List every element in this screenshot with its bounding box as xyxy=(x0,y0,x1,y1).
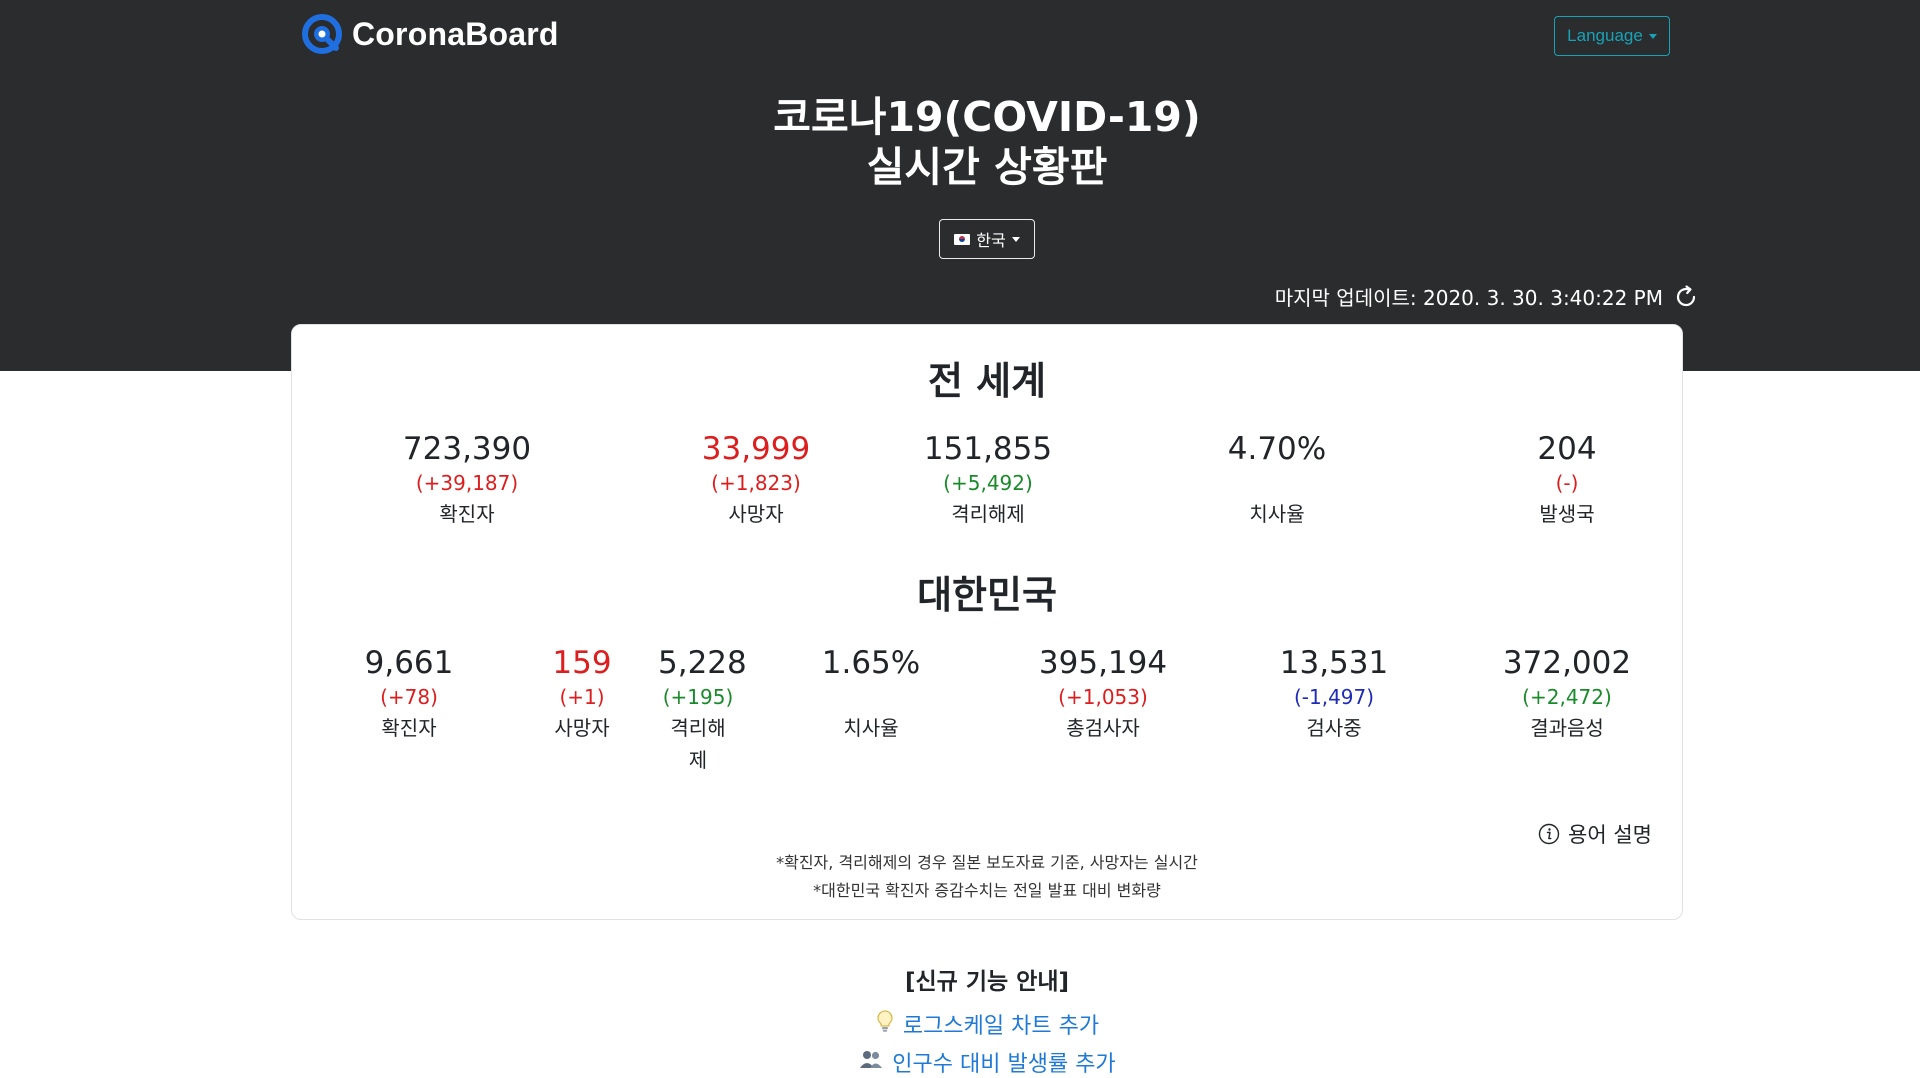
coronaboard-logo-icon xyxy=(302,14,342,54)
stat-value: 723,390 xyxy=(402,431,532,467)
stat-value: 4.70% xyxy=(1227,431,1327,467)
korea-stat-testing: 13,531 (-1,497) 검사중 xyxy=(1280,644,1388,744)
stat-delta: (+2,472) xyxy=(1522,685,1612,709)
stat-value: 395,194 xyxy=(1038,645,1168,681)
stat-delta: (+1,823) xyxy=(711,471,801,495)
glossary-label: 용어 설명 xyxy=(1568,823,1652,847)
stat-label: 총검사자 xyxy=(1066,716,1140,740)
stat-label: 사망자 xyxy=(728,502,784,526)
stat-value: 1.65% xyxy=(821,645,921,681)
footnote: *대한민국 확진자 증감수치는 전일 발표 대비 변화량 xyxy=(813,881,1161,900)
stat-label: 결과음성 xyxy=(1530,716,1604,740)
korea-stat-fatality-rate: 1.65% 치사율 xyxy=(822,644,920,744)
stat-delta: (+78) xyxy=(380,685,438,709)
stat-delta: (+1,053) xyxy=(1058,685,1148,709)
news-link-population-rate[interactable]: 인구수 대비 발생률 추가 xyxy=(0,1046,1920,1078)
info-icon xyxy=(1538,823,1560,845)
stat-delta: (-) xyxy=(1555,471,1579,495)
page-title-line2: 실시간 상황판 xyxy=(866,143,1108,191)
stat-value: 372,002 xyxy=(1502,645,1632,681)
stat-delta: (+5,492) xyxy=(943,471,1033,495)
world-stat-recovered: 151,855 (+5,492) 격리해제 xyxy=(924,430,1052,530)
stat-value: 204 xyxy=(1537,431,1597,467)
stat-delta xyxy=(1228,468,1326,498)
refresh-icon[interactable] xyxy=(1673,284,1699,310)
korea-stat-total-tested: 395,194 (+1,053) 총검사자 xyxy=(1039,644,1167,744)
stat-label: 발생국 xyxy=(1539,502,1595,526)
stat-label: 격리해제 xyxy=(670,716,726,772)
page-title: 코로나19(COVID-19) 실시간 상황판 xyxy=(0,92,1920,192)
news-link-label: 로그스케일 차트 추가 xyxy=(902,1014,1100,1039)
korea-stat-negative: 372,002 (+2,472) 결과음성 xyxy=(1503,644,1631,744)
stat-label: 치사율 xyxy=(1249,502,1305,526)
stat-value: 13,531 xyxy=(1279,645,1389,681)
news-link-log-scale[interactable]: 로그스케일 차트 추가 xyxy=(0,1008,1920,1040)
page-title-line1: 코로나19(COVID-19) xyxy=(773,93,1201,141)
footnote: *확진자, 격리해제의 경우 질본 보도자료 기준, 사망자는 실시간 xyxy=(776,853,1198,872)
footnotes: *확진자, 격리해제의 경우 질본 보도자료 기준, 사망자는 실시간 *대한민… xyxy=(292,849,1682,905)
people-icon xyxy=(858,1048,884,1076)
stat-delta: (+1) xyxy=(559,685,605,709)
world-stat-confirmed: 723,390 (+39,187) 확진자 xyxy=(403,430,531,530)
country-dropdown-button[interactable]: 한국 xyxy=(939,219,1035,259)
logo[interactable]: CoronaBoard xyxy=(302,14,559,54)
lightbulb-icon xyxy=(875,1009,895,1039)
stat-label: 확진자 xyxy=(439,502,495,526)
korea-section-title: 대한민국 xyxy=(917,573,1057,617)
world-stat-deaths: 33,999 (+1,823) 사망자 xyxy=(702,430,810,530)
stat-label: 치사율 xyxy=(843,716,899,740)
news-link-label: 인구수 대비 발생률 추가 xyxy=(892,1052,1116,1077)
world-stat-countries: 204 (-) 발생국 xyxy=(1537,430,1596,530)
korea-stat-recovered: 5,228 (+195) 격리해제 xyxy=(658,644,747,776)
korea-flag-icon xyxy=(954,233,971,245)
stat-label: 격리해제 xyxy=(951,502,1025,526)
stat-delta xyxy=(822,682,920,712)
stat-value: 159 xyxy=(552,645,612,681)
stat-label: 사망자 xyxy=(554,716,610,740)
stat-label: 확진자 xyxy=(381,716,437,740)
language-dropdown-button[interactable]: Language xyxy=(1554,16,1670,56)
stat-value: 33,999 xyxy=(701,431,811,467)
stats-card: 전 세계 723,390 (+39,187) 확진자 33,999 (+1,82… xyxy=(291,324,1683,920)
last-update-text: 마지막 업데이트: 2020. 3. 30. 3:40:22 PM xyxy=(1274,286,1663,310)
country-label: 한국 xyxy=(976,231,1006,250)
logo-text: CoronaBoard xyxy=(352,15,559,52)
stat-value: 151,855 xyxy=(923,431,1053,467)
glossary-link[interactable]: 용어 설명 xyxy=(1538,819,1652,849)
caret-down-icon xyxy=(1648,33,1657,39)
korea-stat-confirmed: 9,661 (+78) 확진자 xyxy=(365,644,454,744)
stat-delta: (-1,497) xyxy=(1293,685,1375,709)
korea-stat-deaths: 159 (+1) 사망자 xyxy=(552,644,611,744)
stat-delta: (+39,187) xyxy=(415,471,519,495)
world-section-title: 전 세계 xyxy=(927,359,1047,403)
world-stat-fatality-rate: 4.70% 치사율 xyxy=(1228,430,1326,530)
stat-value: 5,228 xyxy=(658,645,747,681)
stat-delta: (+195) xyxy=(662,685,734,709)
last-update: 마지막 업데이트: 2020. 3. 30. 3:40:22 PM xyxy=(1275,282,1699,311)
stat-label: 검사중 xyxy=(1306,716,1362,740)
caret-down-icon xyxy=(1011,236,1020,242)
language-button-label: Language xyxy=(1567,26,1643,45)
new-features-title: [신규 기능 안내] xyxy=(905,969,1069,995)
stat-value: 9,661 xyxy=(364,645,454,681)
